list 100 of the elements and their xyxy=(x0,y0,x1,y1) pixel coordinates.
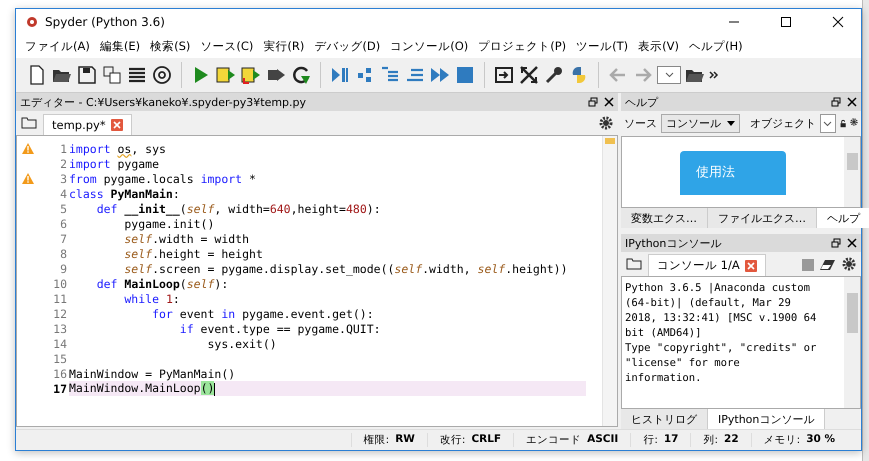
undock-icon[interactable] xyxy=(831,238,841,248)
browse-tabs-icon[interactable] xyxy=(626,257,642,271)
line-number: 14 xyxy=(52,336,68,350)
pane-tab[interactable]: ヒストリログ xyxy=(621,409,708,429)
pane-title: ヘルプ xyxy=(625,94,658,110)
line-number: 6 xyxy=(59,216,68,230)
pane-tab[interactable]: ヘルプ xyxy=(817,208,869,228)
code-line: def MainLoop(self): xyxy=(96,276,228,290)
source-label: ソース xyxy=(624,116,657,131)
pane-title: エディター - C:¥Users¥kaneko¥.spyder-py3¥temp.py xyxy=(20,94,306,110)
chevron-down-icon xyxy=(823,120,832,126)
line-number: 3 xyxy=(59,172,68,186)
menu-item[interactable]: ソース(C) xyxy=(195,39,258,54)
undock-icon[interactable] xyxy=(588,97,598,107)
close-icon[interactable] xyxy=(604,97,614,107)
menu-item[interactable]: 編集(E) xyxy=(94,39,146,54)
wrench-icon[interactable] xyxy=(543,64,565,86)
scrollbar[interactable] xyxy=(844,137,860,207)
menu-item[interactable]: ヘルプ(H) xyxy=(684,39,748,54)
pane-tab[interactable]: ファイルエクス… xyxy=(708,208,817,228)
line-number: 12 xyxy=(52,306,68,320)
line-number: 9 xyxy=(59,262,68,276)
maximize-icon[interactable] xyxy=(780,16,792,28)
code-line: while 1: xyxy=(123,292,180,306)
status-label: 列: xyxy=(703,433,718,447)
close-tab-icon[interactable] xyxy=(744,260,757,272)
line-number: 16 xyxy=(52,366,68,380)
object-label: オブジェクト xyxy=(750,116,816,131)
settings-icon[interactable] xyxy=(842,257,856,271)
code-line: if event.type == pygame.QUIT: xyxy=(178,322,381,336)
file-tab[interactable]: temp.py* xyxy=(43,114,132,135)
status-value: ASCII xyxy=(587,433,618,447)
line-number: 17 xyxy=(52,382,68,396)
code-line: import pygame xyxy=(69,156,160,170)
scrollbar[interactable] xyxy=(844,277,860,408)
status-value: RW xyxy=(395,433,415,447)
warning-marker-icon xyxy=(605,138,615,144)
code-line: from pygame.locals import * xyxy=(69,172,256,186)
save-all-icon[interactable] xyxy=(101,64,123,86)
pane-title: IPythonコンソール xyxy=(625,236,722,250)
line-number: 5 xyxy=(59,202,68,216)
line-number: 11 xyxy=(52,292,68,306)
line-number: 10 xyxy=(52,276,68,290)
code-line: class PyManMain: xyxy=(69,186,180,200)
close-icon[interactable] xyxy=(847,238,857,248)
menu-item[interactable]: 表示(V) xyxy=(633,39,684,54)
status-value: 30 % xyxy=(806,433,835,447)
line-number: 2 xyxy=(59,156,68,170)
status-value: 17 xyxy=(664,433,678,447)
menu-item[interactable]: 検索(S) xyxy=(145,39,196,54)
line-number: 8 xyxy=(59,246,68,260)
settings-icon[interactable] xyxy=(599,116,613,130)
status-value: CRLF xyxy=(471,433,502,447)
window-title: Spyder (Python 3.6) xyxy=(45,15,165,29)
object-field[interactable] xyxy=(820,114,836,133)
code-line: pygame.init() xyxy=(123,216,214,230)
menu-item[interactable]: デバッグ(D) xyxy=(309,39,386,54)
pane-tab[interactable]: IPythonコンソール xyxy=(708,409,826,429)
line-number: 1 xyxy=(59,142,68,156)
browse-tabs-icon[interactable] xyxy=(21,116,37,130)
chevron-down-icon xyxy=(664,72,674,78)
undock-icon[interactable] xyxy=(831,97,841,107)
code-line: def __init__(self, width=640,height=480): xyxy=(96,202,381,216)
console-output: Python 3.6.5 |Anaconda custom (64-bit)| (default, Mar 29 2018, 13:32:41) [MSC v.1900 64 bit (AMD64)] Type "copyright", "credits" or "license" for more information. xyxy=(624,281,818,386)
code-editor[interactable] xyxy=(16,135,618,427)
eraser-icon[interactable] xyxy=(820,259,836,271)
source-dropdown[interactable]: コンソール xyxy=(661,114,740,133)
pane-tab[interactable]: 変数エクス… xyxy=(621,208,708,228)
status-label: 行: xyxy=(643,433,658,447)
fullscreen-icon[interactable] xyxy=(518,64,540,86)
code-line: self.height = height xyxy=(123,246,263,260)
close-icon[interactable] xyxy=(832,16,844,28)
close-icon[interactable] xyxy=(847,97,857,107)
status-label: 改行: xyxy=(440,433,466,447)
rerun-icon[interactable] xyxy=(290,64,312,86)
close-tab-icon[interactable] xyxy=(110,119,123,131)
menu-item[interactable]: 実行(R) xyxy=(258,39,310,54)
line-number: 13 xyxy=(52,322,68,336)
menu-item[interactable]: ツール(T) xyxy=(571,39,634,54)
dropdown-arrow-icon xyxy=(727,121,735,126)
menu-item[interactable]: プロジェクト(P) xyxy=(473,39,572,54)
status-label: エンコード xyxy=(526,433,582,447)
console-tab[interactable]: コンソール 1/A xyxy=(648,254,766,276)
lock-icon[interactable] xyxy=(840,117,846,130)
code-line: sys.exit() xyxy=(206,336,277,350)
status-value: 22 xyxy=(724,433,739,447)
line-number: 7 xyxy=(59,232,68,246)
code-line: self.width = width xyxy=(123,232,250,246)
history-dropdown[interactable] xyxy=(657,66,681,84)
card-title: 使用法 xyxy=(696,164,735,181)
maximize-pane-icon[interactable] xyxy=(493,64,515,86)
status-label: 権限: xyxy=(364,433,390,447)
line-number: 15 xyxy=(52,352,68,366)
menu-item[interactable]: コンソール(O) xyxy=(385,39,474,54)
stop-icon[interactable] xyxy=(454,64,476,86)
status-label: メモリ: xyxy=(764,433,800,447)
line-number: 4 xyxy=(59,186,68,200)
save-icon[interactable] xyxy=(76,64,98,86)
code-line: import os, sys xyxy=(69,142,166,156)
menu-item[interactable]: ファイル(A) xyxy=(20,39,95,54)
